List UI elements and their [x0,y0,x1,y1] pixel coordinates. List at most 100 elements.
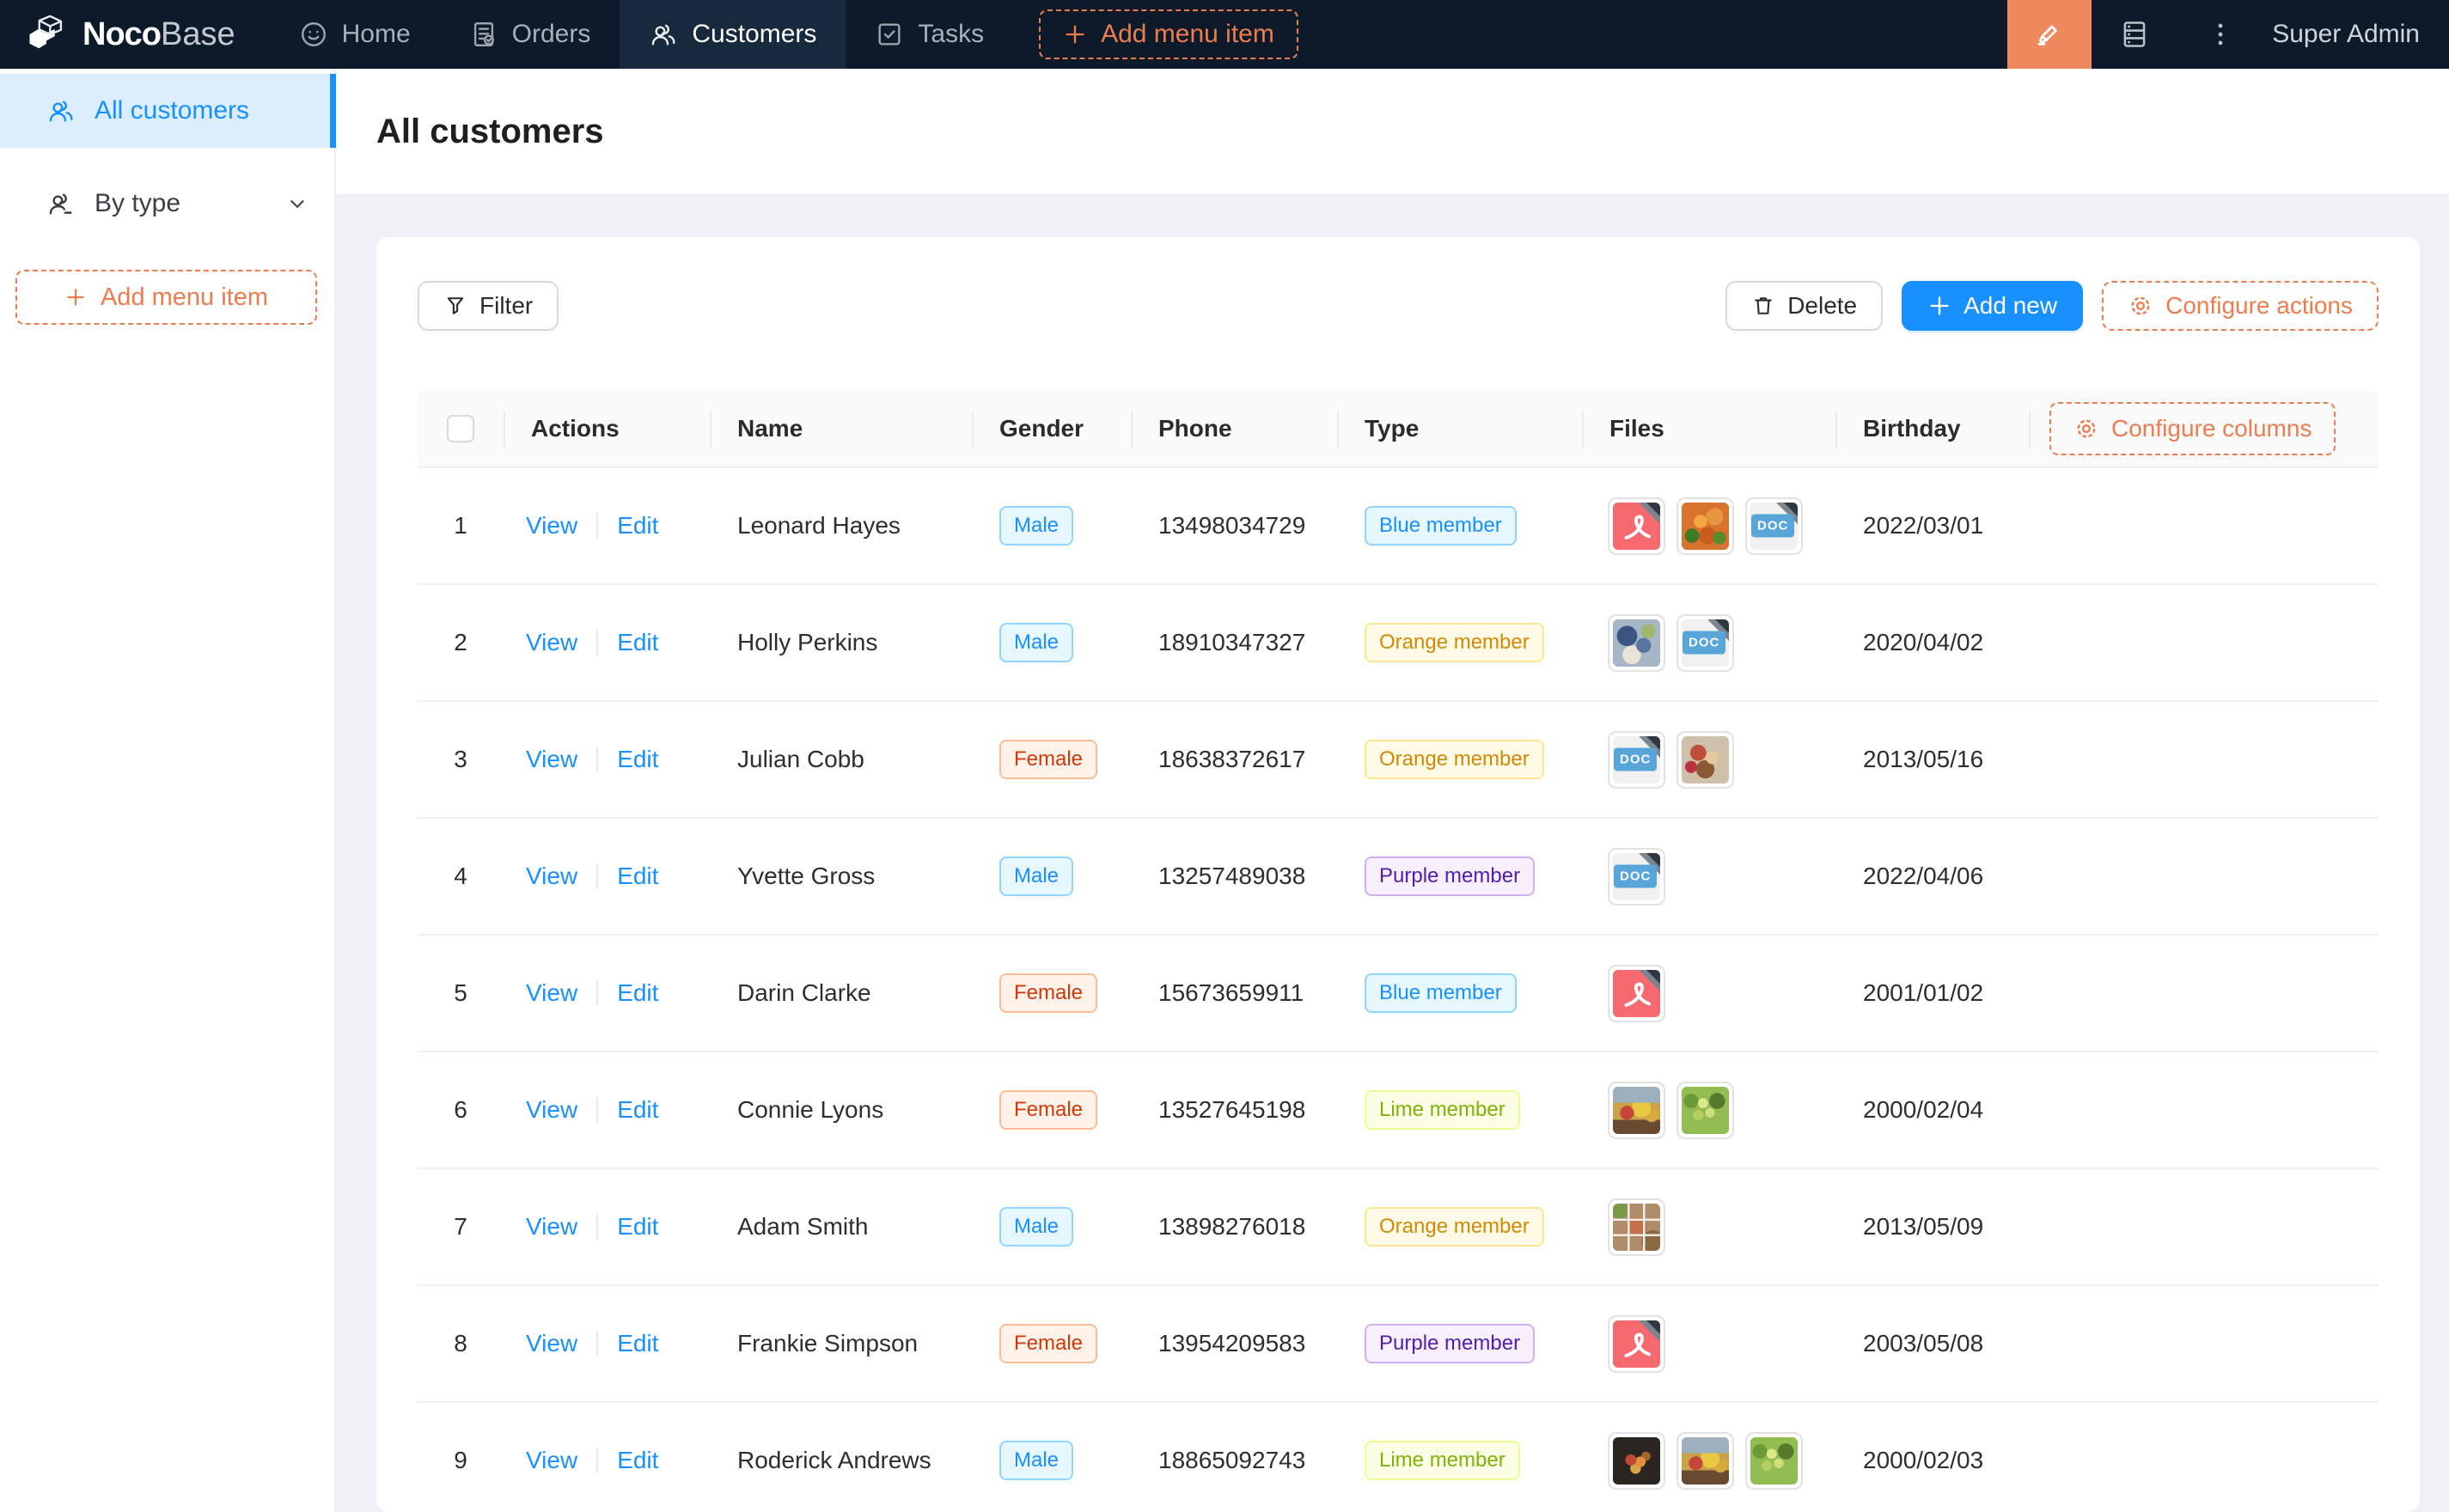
doc-glyph: DOC [1750,503,1798,550]
phone-cell: 13257489038 [1131,863,1337,890]
delete-button[interactable]: Delete [1725,281,1883,331]
type-cell: Orange member [1337,623,1582,662]
plus-icon [1063,22,1087,46]
trash-icon [1751,294,1775,318]
plugin-manager-button[interactable] [2092,0,2177,69]
pdf-glyph [1613,503,1660,550]
edit-link[interactable]: Edit [617,1213,658,1241]
image-thumbnail[interactable] [1608,1082,1665,1139]
configure-actions-button[interactable]: Configure actions [2102,281,2379,331]
edit-link[interactable]: Edit [617,863,658,890]
ui-editor-button[interactable] [2007,0,2092,69]
nav-add-menu-item-button[interactable]: Add menu item [1039,9,1298,59]
filter-button[interactable]: Filter [418,281,559,331]
files-cell [1582,1082,1835,1139]
view-link[interactable]: View [526,512,577,540]
row-index: 7 [418,1213,504,1241]
phone-cell: 13954209583 [1131,1330,1337,1357]
more-menu-button[interactable] [2177,0,2263,69]
table-row: 1ViewEditLeonard HayesMale13498034729Blu… [418,468,2379,585]
column-header-type[interactable]: Type [1337,391,1582,466]
view-link[interactable]: View [526,863,577,890]
row-actions: View Edit [504,1096,710,1124]
team-icon [649,20,678,49]
column-header-files[interactable]: Files [1582,391,1835,466]
nav-item-customers[interactable]: Customers [620,0,846,69]
top-navbar: Noco Base Home Orders [0,0,2449,69]
row-actions: View Edit [504,1330,710,1357]
view-link[interactable]: View [526,1213,577,1241]
current-user-menu[interactable]: Super Admin [2263,20,2449,49]
sidebar-add-menu-item-button[interactable]: Add menu item [15,270,317,325]
type-cell: Lime member [1337,1441,1582,1480]
customer-name: Holly Perkins [710,629,972,656]
row-index: 2 [418,629,504,656]
image-thumbnail[interactable] [1608,1198,1665,1256]
column-header-gender[interactable]: Gender [972,391,1131,466]
sidebar-add-menu-item-label: Add menu item [101,284,268,312]
gender-badge: Male [999,1441,1073,1480]
pdf-glyph [1613,1320,1660,1368]
column-header-actions[interactable]: Actions [504,391,710,466]
team-icon [46,96,76,125]
doc-file-icon[interactable]: DOC [1676,614,1734,672]
image-thumbnail[interactable] [1608,1432,1665,1490]
select-all-checkbox[interactable] [447,415,474,442]
doc-file-icon[interactable]: DOC [1608,848,1665,905]
tasks-icon [875,20,904,49]
sidebar-item-by-type[interactable]: By type [0,167,334,241]
table-block-card: Filter Delete [376,237,2420,1512]
nav-item-orders[interactable]: Orders [440,0,620,69]
row-actions: View Edit [504,1447,710,1474]
phone-cell: 15673659911 [1131,979,1337,1007]
pdf-file-icon[interactable] [1608,1315,1665,1373]
view-link[interactable]: View [526,746,577,773]
files-cell [1582,1432,1835,1490]
edit-link[interactable]: Edit [617,1096,658,1124]
edit-link[interactable]: Edit [617,629,658,656]
customer-name: Roderick Andrews [710,1447,972,1474]
view-link[interactable]: View [526,629,577,656]
doc-file-icon[interactable]: DOC [1745,497,1803,555]
nav-item-home[interactable]: Home [270,0,440,69]
view-link[interactable]: View [526,1096,577,1124]
image-thumbnail[interactable] [1676,1082,1734,1139]
nav-item-tasks[interactable]: Tasks [846,0,1013,69]
type-badge: Purple member [1365,1324,1535,1363]
pdf-file-icon[interactable] [1608,497,1665,555]
configure-columns-button[interactable]: Configure columns [2049,402,2336,455]
image-thumbnail[interactable] [1745,1432,1803,1490]
orders-icon [469,20,498,49]
image-thumbnail[interactable] [1676,497,1734,555]
image-thumbnail[interactable] [1608,614,1665,672]
pdf-file-icon[interactable] [1608,965,1665,1022]
view-link[interactable]: View [526,1330,577,1357]
delete-label: Delete [1787,292,1857,320]
view-link[interactable]: View [526,979,577,1007]
edit-link[interactable]: Edit [617,1330,658,1357]
nocobase-logo[interactable]: Noco Base [0,12,270,57]
edit-link[interactable]: Edit [617,1447,658,1474]
pdf-glyph [1613,970,1660,1017]
sidebar-item-all-customers[interactable]: All customers [0,74,334,148]
birthday-cell: 2000/02/04 [1835,1096,2029,1124]
image-thumbnail[interactable] [1676,731,1734,789]
column-header-birthday[interactable]: Birthday [1835,391,2029,466]
column-header-phone[interactable]: Phone [1131,391,1337,466]
doc-file-icon[interactable]: DOC [1608,731,1665,789]
nav-item-label: Customers [692,20,816,49]
edit-link[interactable]: Edit [617,979,658,1007]
view-link[interactable]: View [526,1447,577,1474]
image-thumbnail[interactable] [1676,1432,1734,1490]
chevron-down-icon [286,192,308,215]
table-row: 6ViewEditConnie LyonsFemale13527645198Li… [418,1052,2379,1169]
add-new-label: Add new [1963,292,2057,320]
column-header-name[interactable]: Name [710,391,972,466]
add-new-button[interactable]: Add new [1902,281,2083,331]
edit-link[interactable]: Edit [617,746,658,773]
action-divider [596,747,598,772]
logo-text-base: Base [161,16,235,53]
gender-badge: Male [999,506,1073,546]
edit-link[interactable]: Edit [617,512,658,540]
customer-name: Adam Smith [710,1213,972,1241]
